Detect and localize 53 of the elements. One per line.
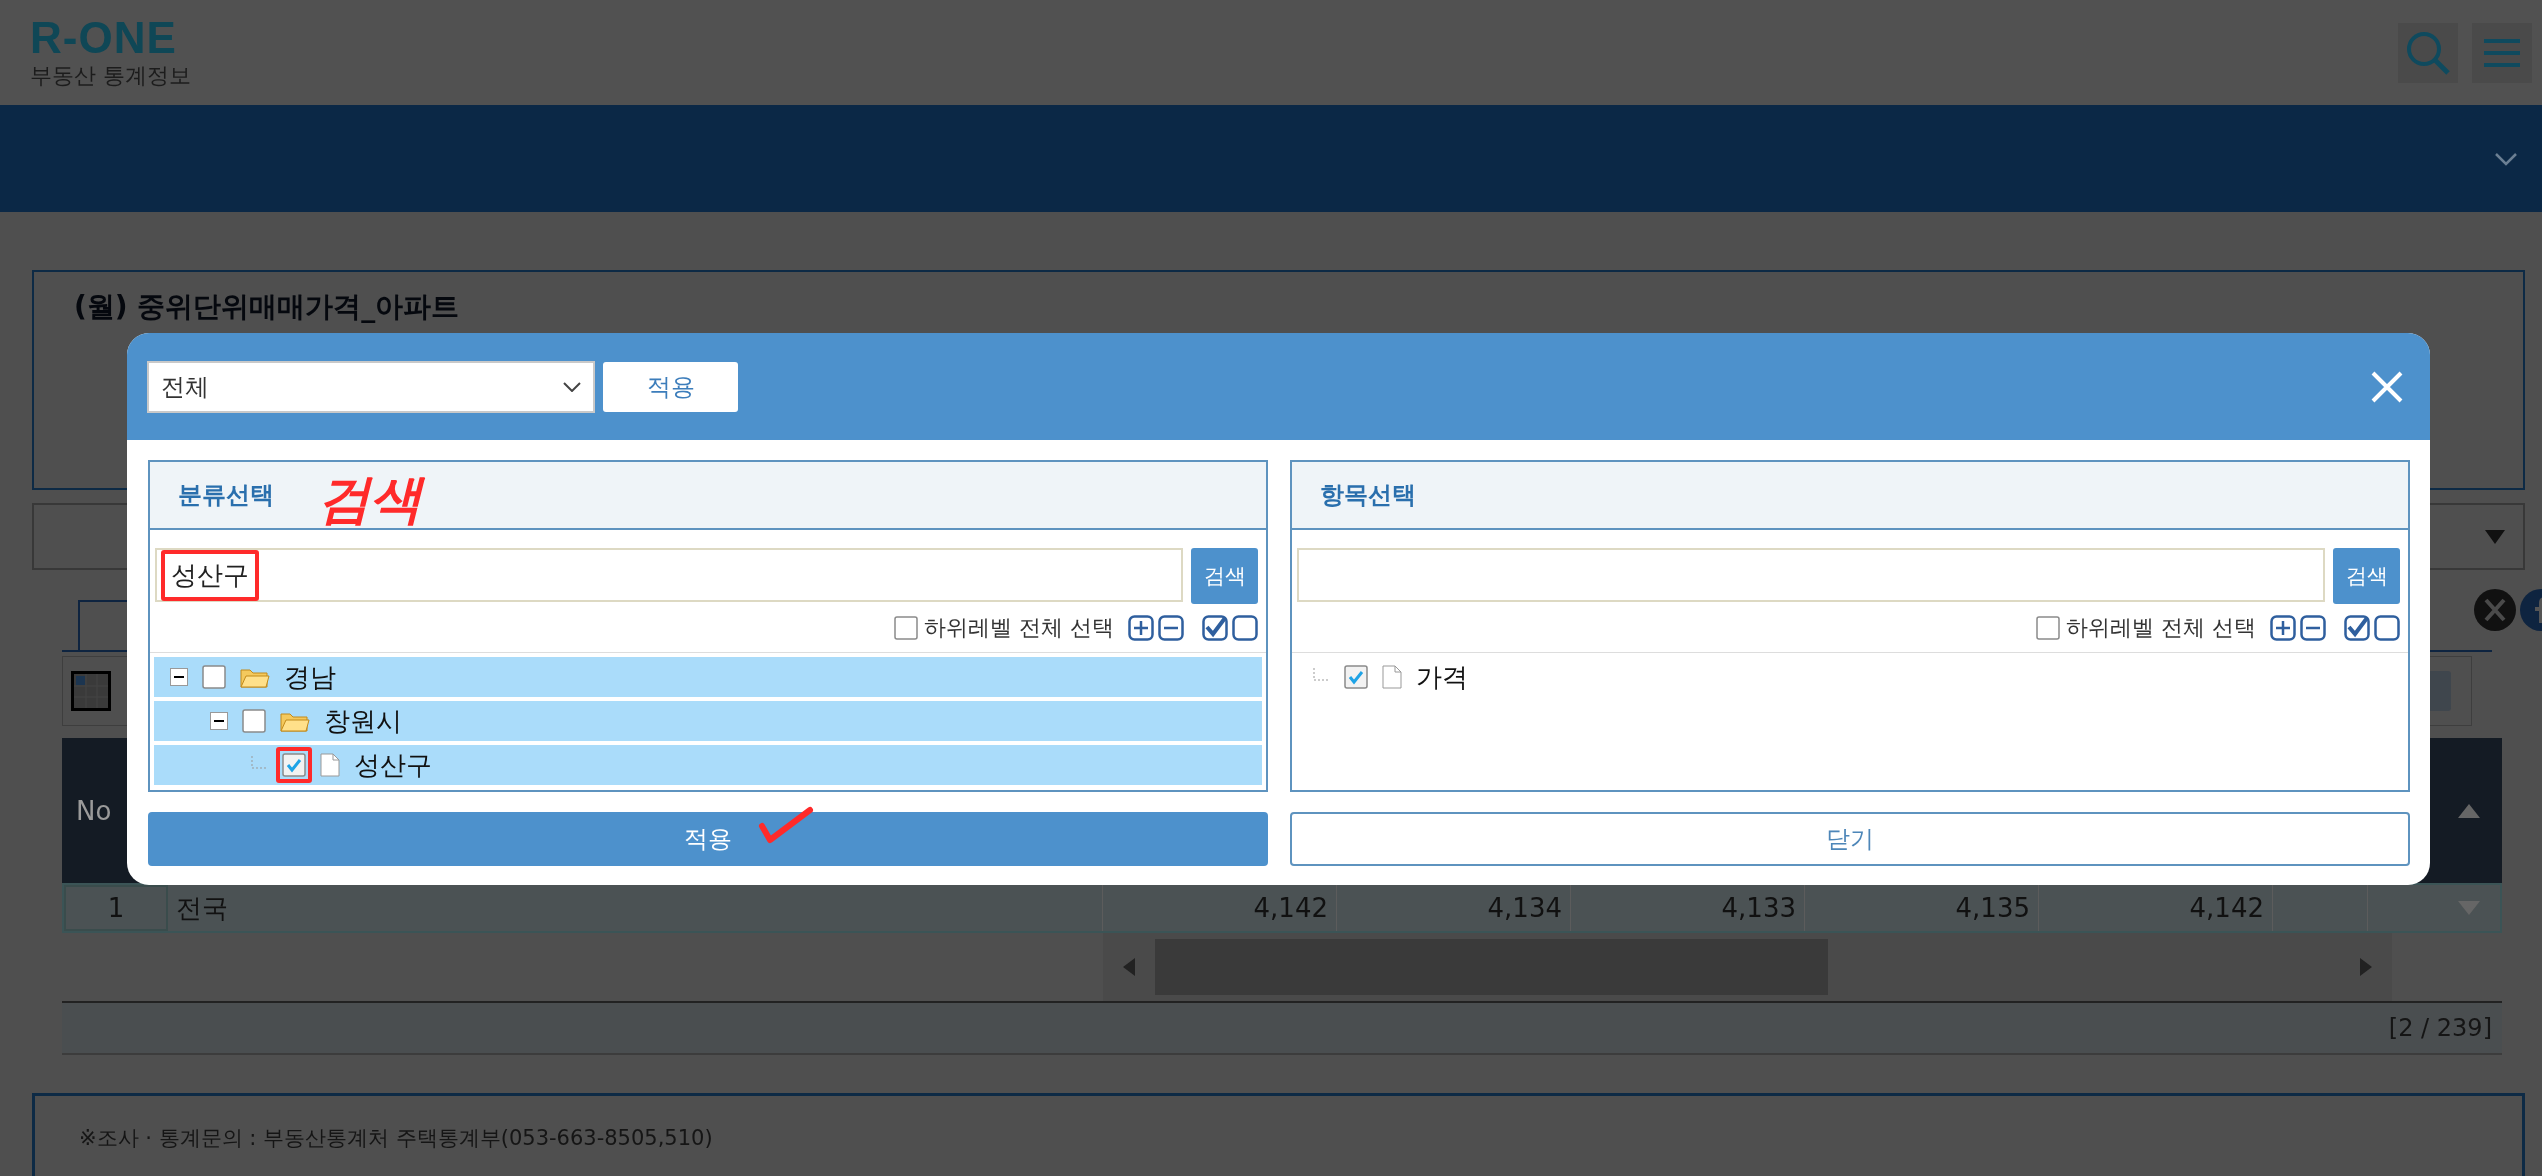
checked-checkbox[interactable] [282, 753, 306, 777]
checkbox-label: 하위레벨 전체 선택 [924, 614, 1114, 642]
document-icon [1382, 665, 1402, 689]
close-button[interactable]: 닫기 [1290, 812, 2410, 866]
tree-label: 경남 [284, 660, 336, 694]
empty-box-icon[interactable] [1232, 615, 1258, 641]
scroll-down-icon[interactable] [2458, 901, 2480, 915]
tree-label: 창원시 [324, 704, 402, 738]
plus-box-icon[interactable] [2270, 615, 2296, 641]
checkbox-label: 하위레벨 전체 선택 [2066, 614, 2256, 642]
tree-label: 가격 [1416, 660, 1468, 694]
plus-box-icon[interactable] [1128, 615, 1154, 641]
checked-checkbox[interactable] [1344, 665, 1368, 689]
close-icon[interactable] [2370, 369, 2404, 404]
panel-title: 항목선택 [1320, 480, 1416, 511]
search-field[interactable] [1297, 548, 2325, 602]
checkbox[interactable] [242, 709, 266, 733]
minus-box-icon[interactable] [2300, 615, 2326, 641]
checkbox[interactable] [894, 616, 918, 640]
page-title: (월) 중위단위매매가격_아파트 [74, 289, 461, 325]
collapse-icon[interactable] [170, 668, 188, 686]
tree-label: 성산구 [354, 748, 432, 782]
search-field[interactable]: 성산구 [155, 548, 1183, 602]
document-icon [320, 753, 340, 777]
chevron-down-icon [563, 381, 581, 392]
checked-box-icon[interactable] [1202, 615, 1228, 641]
scope-select[interactable]: 전체 [147, 360, 595, 413]
empty-box-icon[interactable] [2374, 615, 2400, 641]
contact-notice: ※조사 · 통계문의 : 부동산통계처 주택통계부(053-663-8505,510) [79, 1125, 714, 1152]
scroll-up-icon[interactable] [2458, 803, 2480, 818]
dropdown-arrow-icon [2485, 529, 2505, 544]
collapse-icon[interactable] [210, 712, 228, 730]
apply-button[interactable]: 적용 [603, 361, 738, 412]
scroll-right-icon[interactable] [2360, 958, 2372, 976]
page-counter: [2 / 239] [2388, 1014, 2492, 1042]
horizontal-scrollbar[interactable] [1103, 933, 2392, 1001]
x-share-icon[interactable] [2474, 589, 2516, 631]
panel-title: 분류선택 [178, 480, 274, 511]
tree-item[interactable]: 경남 [154, 657, 1262, 697]
scroll-left-icon[interactable] [1123, 958, 1135, 976]
checkbox[interactable] [2036, 616, 2060, 640]
checked-box-icon[interactable] [2344, 615, 2370, 641]
minus-box-icon[interactable] [1158, 615, 1184, 641]
tree-item[interactable]: 성산구 [154, 745, 1262, 785]
folder-icon [280, 710, 310, 732]
grid-icon[interactable] [71, 671, 111, 711]
tree-item[interactable]: 가격 [1296, 657, 2404, 697]
table-cell: 1 [64, 885, 168, 931]
chevron-down-icon[interactable] [2494, 151, 2518, 166]
folder-icon [240, 666, 270, 688]
column-header: No [75, 795, 113, 826]
checkbox[interactable] [202, 665, 226, 689]
tree-item[interactable]: 창원시 [154, 701, 1262, 741]
